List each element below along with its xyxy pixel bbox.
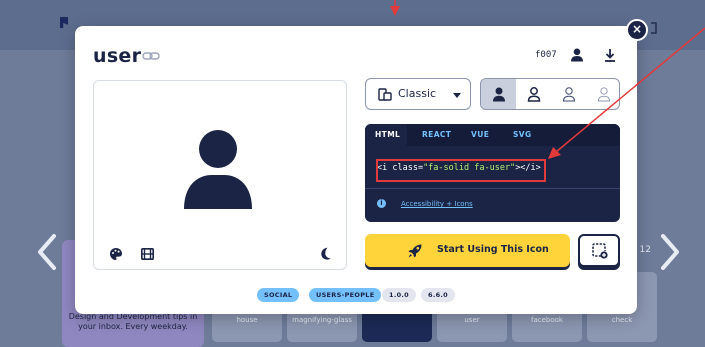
variant-solid-button[interactable] — [481, 79, 516, 109]
style-family-icon — [378, 88, 392, 101]
info-icon: i — [377, 199, 386, 208]
accessibility-link[interactable]: Accessibility + Icons — [401, 200, 473, 208]
bracket-icon — [651, 22, 657, 34]
version-tag: 1.0.0 — [382, 288, 417, 302]
icon-title: user — [93, 45, 142, 67]
unicode-value[interactable]: f007 — [535, 50, 557, 60]
variant-light-button[interactable] — [551, 79, 586, 109]
style-select[interactable]: Classic — [365, 78, 471, 110]
link-icon[interactable] — [142, 50, 160, 62]
add-to-kit-button[interactable] — [578, 234, 620, 267]
icon-preview — [93, 80, 347, 270]
user-icon — [184, 130, 252, 209]
variant-regular-button[interactable] — [516, 79, 551, 109]
caret-down-icon — [453, 93, 461, 98]
tab-vue[interactable]: VUE — [471, 130, 489, 139]
user-regular-icon — [527, 87, 541, 102]
icon-tile-label: house — [236, 316, 258, 324]
chevron-left-icon[interactable] — [34, 232, 62, 272]
icon-tile-label: magnifying-glass — [292, 316, 352, 324]
style-variant-group — [480, 78, 620, 110]
start-using-label: Start Using This Icon — [437, 244, 549, 255]
start-using-button[interactable]: Start Using This Icon — [365, 234, 570, 267]
user-light-icon — [562, 87, 576, 102]
user-solid-icon — [493, 87, 505, 102]
square-plus-icon — [592, 243, 608, 259]
icon-tile-label: facebook — [531, 316, 563, 324]
promo-text: Design and Development tips in your inbo… — [68, 312, 198, 331]
tab-html[interactable]: HTML — [375, 130, 400, 139]
icon-tile-label: check — [611, 316, 633, 324]
download-icon[interactable] — [602, 47, 618, 63]
film-icon[interactable] — [141, 248, 154, 260]
tab-svg[interactable]: SVG — [513, 130, 532, 139]
close-button[interactable]: × — [626, 19, 648, 41]
icon-detail-modal: user f007 Classic HTML REACT VUE SVG <i … — [75, 26, 637, 314]
user-thin-icon — [598, 87, 610, 102]
user-icon[interactable] — [570, 48, 584, 62]
version-tag: 6.6.0 — [421, 288, 456, 302]
palette-icon[interactable] — [109, 247, 123, 261]
chevron-right-icon[interactable] — [655, 232, 683, 272]
moon-icon[interactable] — [319, 247, 332, 260]
style-select-label: Classic — [398, 87, 437, 100]
category-tag[interactable]: SOCIAL — [257, 288, 300, 302]
divider — [365, 188, 620, 189]
category-tag[interactable]: USERS-PEOPLE — [309, 288, 382, 302]
annotation-highlight-box — [376, 159, 546, 182]
variant-thin-button[interactable] — [586, 79, 619, 109]
tab-react[interactable]: REACT — [422, 130, 451, 139]
icon-tile-label: user — [464, 316, 480, 324]
rocket-icon — [408, 244, 422, 258]
